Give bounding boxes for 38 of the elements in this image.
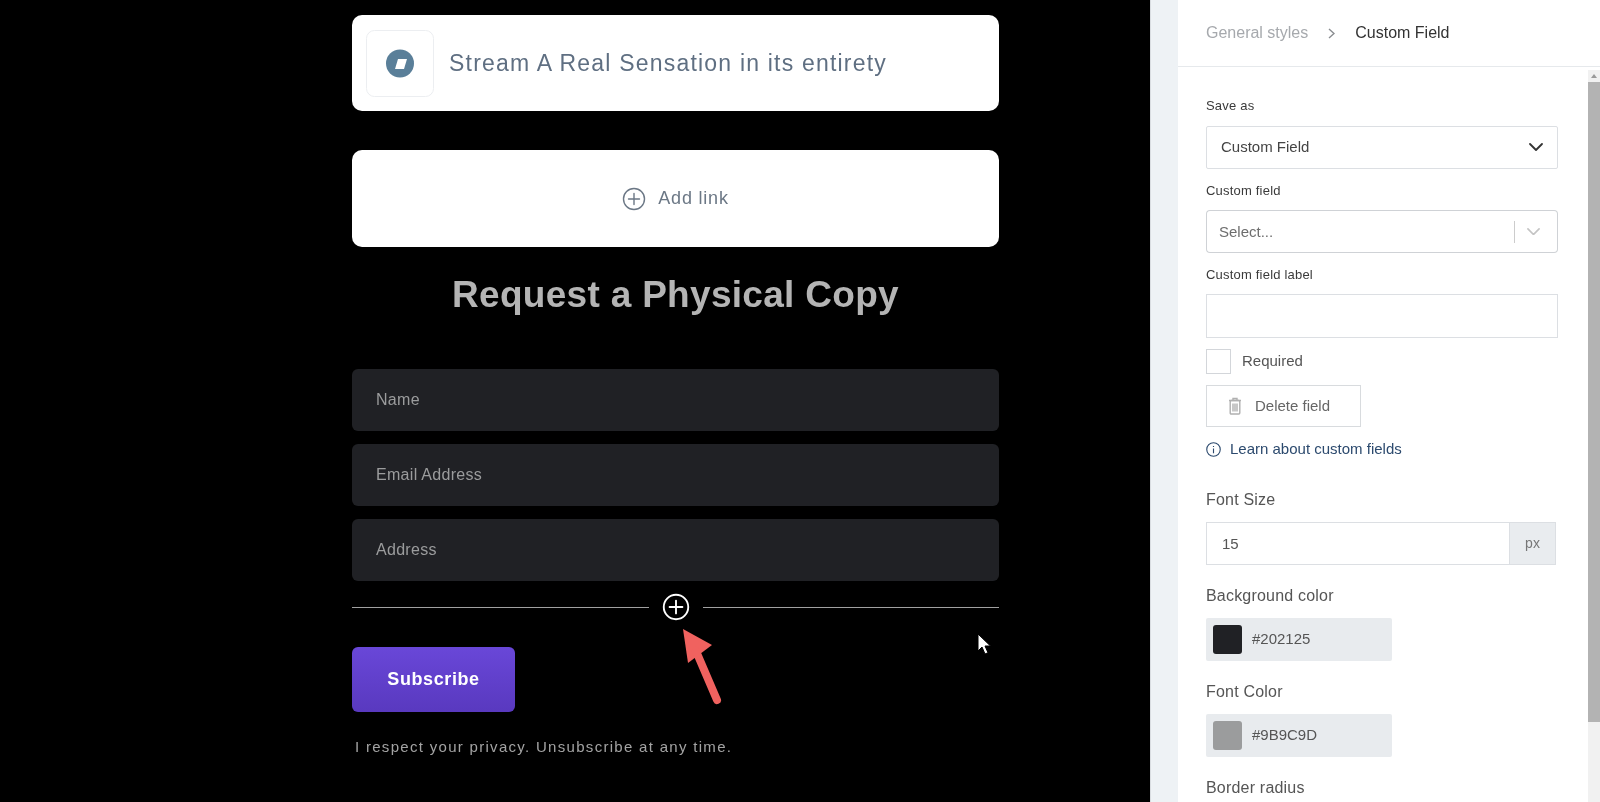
select-value: Custom Field <box>1221 137 1310 158</box>
field-label: Custom field label <box>1206 266 1314 284</box>
learn-more-link[interactable]: Learn about custom fields <box>1206 440 1402 458</box>
mouse-cursor-icon <box>977 633 991 655</box>
link-card[interactable]: Stream A Real Sensation in its entirety <box>352 15 999 111</box>
form-heading: Request a Physical Copy <box>451 275 900 315</box>
circle-logo-icon <box>366 29 434 97</box>
plus-circle-icon <box>661 593 690 621</box>
privacy-note: I respect your privacy. Unsubscribe at any time. <box>355 737 734 757</box>
text-input[interactable] <box>1206 294 1558 338</box>
add-link-button[interactable]: Add link <box>352 150 999 247</box>
field-label: Save as <box>1206 97 1256 115</box>
color-picker-button[interactable]: #202125 <box>1206 618 1392 661</box>
info-icon <box>1206 441 1221 457</box>
subscribe-button[interactable]: Subscribe <box>352 647 515 712</box>
select-dropdown[interactable]: Custom Field <box>1206 126 1558 169</box>
number-input[interactable]: 15 <box>1206 522 1509 565</box>
checkbox-label: Required <box>1242 350 1303 371</box>
unit-label: px <box>1509 522 1556 565</box>
plus-circle-icon <box>622 186 647 211</box>
breadcrumb-item[interactable]: Custom Field <box>1355 21 1450 45</box>
chevron-right-icon <box>1328 27 1336 39</box>
delete-field-button[interactable]: Delete field <box>1206 385 1361 427</box>
field-label: Custom field <box>1206 182 1282 200</box>
section-label: Font Size <box>1206 490 1277 510</box>
add-field-button[interactable] <box>661 593 690 621</box>
input-field[interactable]: Email Address <box>352 444 999 506</box>
section-label: Border radius <box>1206 778 1306 798</box>
arrow-icon <box>681 629 723 705</box>
section-label: Background color <box>1206 586 1335 606</box>
color-picker-button[interactable]: #9B9C9D <box>1206 714 1392 757</box>
section-label: Font Color <box>1206 682 1284 702</box>
trash-icon <box>1228 397 1242 415</box>
input-field[interactable]: Name <box>352 369 999 431</box>
input-field[interactable]: Address <box>352 519 999 581</box>
link-title: Stream A Real Sensation in its entirety <box>449 48 887 78</box>
chevron-down-icon <box>1529 143 1543 152</box>
checkbox[interactable] <box>1206 348 1231 374</box>
